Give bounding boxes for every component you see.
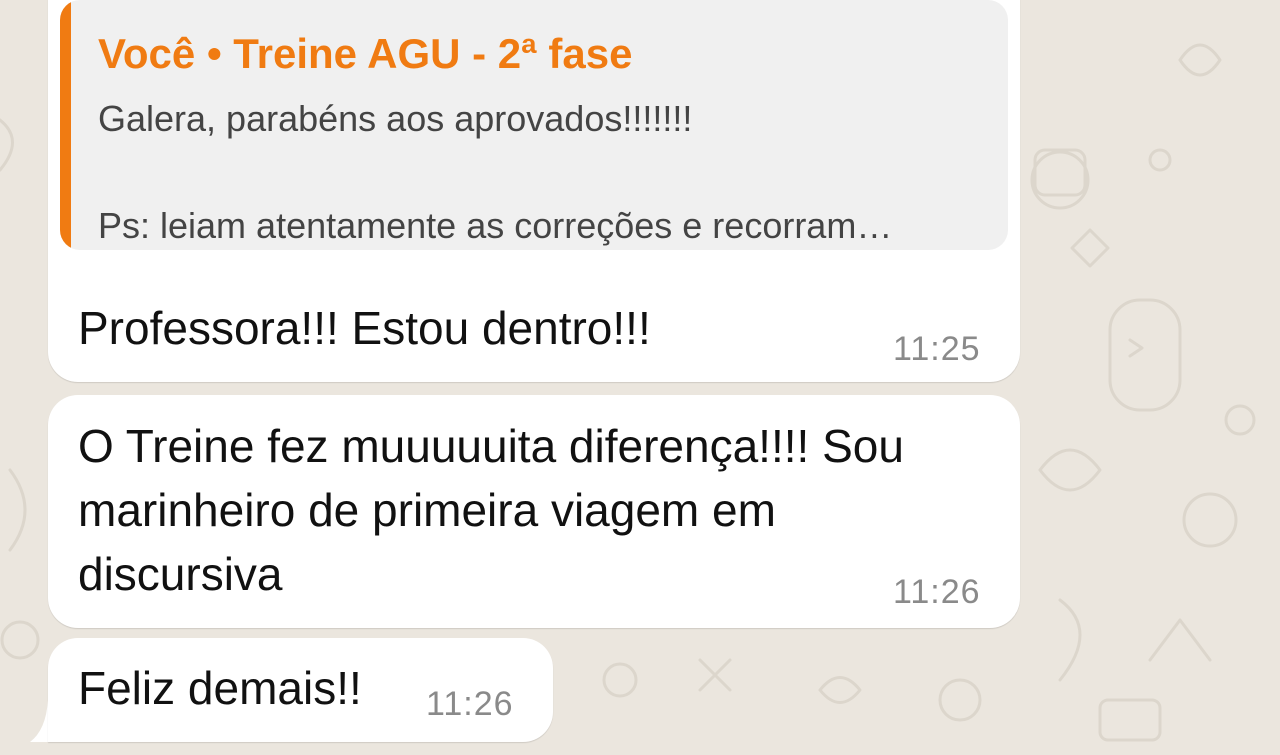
message-bubble[interactable]: Feliz demais!! 11:26 — [48, 638, 553, 742]
message-bubble-reply[interactable]: Você • Treine AGU - 2ª fase Galera, para… — [48, 0, 1020, 382]
quoted-text-line: Galera, parabéns aos aprovados!!!!!!! — [98, 98, 693, 139]
quoted-message[interactable]: Você • Treine AGU - 2ª fase Galera, para… — [60, 0, 1008, 250]
message-text: discursiva — [78, 548, 283, 600]
quote-accent-bar — [60, 0, 71, 250]
message-text: marinheiro de primeira viagem em — [78, 484, 776, 536]
message-time: 11:26 — [893, 573, 981, 611]
message-text: O Treine fez muuuuuita diferença!!!! Sou — [78, 420, 904, 472]
quoted-author: Você • Treine AGU - 2ª fase — [98, 30, 633, 77]
message-time: 11:25 — [893, 330, 981, 368]
message-text: Professora!!! Estou dentro!!! — [78, 302, 651, 354]
quoted-text-line: Ps: leiam atentamente as correções e rec… — [98, 205, 893, 246]
message-time: 11:26 — [426, 685, 514, 723]
message-text: Feliz demais!! — [78, 662, 362, 714]
message-bubble[interactable]: O Treine fez muuuuuita diferença!!!! Sou… — [48, 395, 1020, 628]
